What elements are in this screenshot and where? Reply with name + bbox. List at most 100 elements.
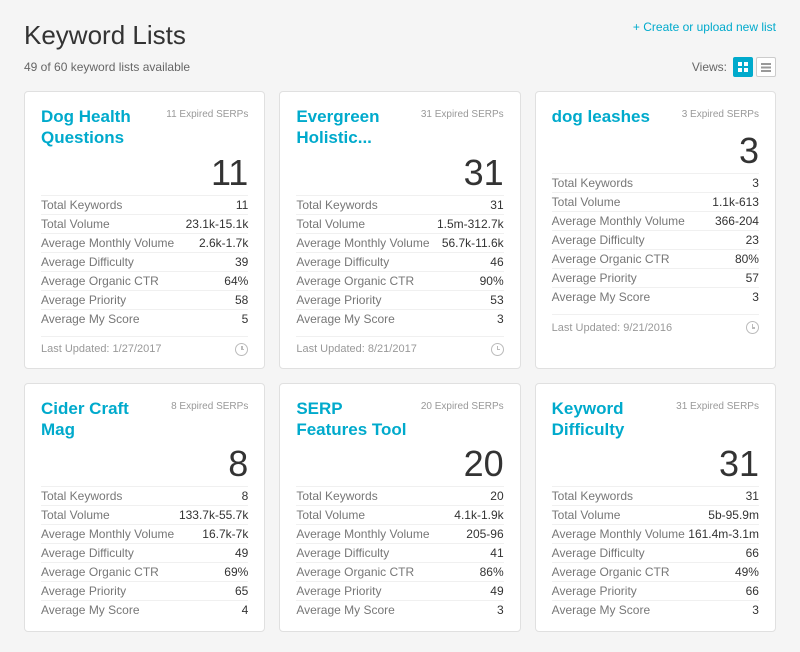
card-title[interactable]: Cider Craft Mag: [41, 398, 171, 441]
stat-row: Average Priority66: [552, 581, 759, 600]
stat-row: Average My Score3: [296, 309, 503, 328]
stat-value: 90%: [480, 274, 504, 288]
card-total-number: 31: [296, 155, 503, 191]
list-view-button[interactable]: [756, 57, 776, 77]
stat-row: Average Priority53: [296, 290, 503, 309]
stat-row: Total Keywords 31: [552, 486, 759, 505]
expired-badge: 20 Expired SERPs: [421, 398, 504, 412]
stat-row: Average Monthly Volume205-96: [296, 524, 503, 543]
stat-value: 23: [746, 233, 759, 247]
stat-row: Average Organic CTR49%: [552, 562, 759, 581]
stat-label: Average Monthly Volume: [41, 527, 174, 541]
stat-row: Average Priority49: [296, 581, 503, 600]
expired-badge: 31 Expired SERPs: [676, 398, 759, 412]
stat-value: 58: [235, 293, 248, 307]
stat-value: 16.7k-7k: [202, 527, 248, 541]
stat-value: 366-204: [715, 214, 759, 228]
card-total-number: 3: [552, 133, 759, 169]
stat-label: Average Monthly Volume: [41, 236, 174, 250]
stat-label: Total Volume: [552, 195, 621, 209]
stat-row: Total Volume 4.1k-1.9k: [296, 505, 503, 524]
keyword-card-1[interactable]: Evergreen Holistic...31 Expired SERPs31T…: [279, 91, 520, 369]
create-link[interactable]: + Create or upload new list: [633, 20, 776, 34]
stat-row: Average Monthly Volume161.4m-3.1m: [552, 524, 759, 543]
stat-value: 31: [746, 489, 759, 503]
card-title[interactable]: SERP Features Tool: [296, 398, 421, 441]
stat-row: Average Difficulty66: [552, 543, 759, 562]
expired-badge: 8 Expired SERPs: [171, 398, 248, 412]
stat-value: 5: [242, 312, 249, 326]
card-title[interactable]: dog leashes: [552, 106, 682, 127]
stat-label: Average Organic CTR: [41, 565, 159, 579]
available-text: 49 of 60 keyword lists available: [24, 60, 190, 74]
stat-value: 3: [752, 290, 759, 304]
card-header: Keyword Difficulty31 Expired SERPs: [552, 398, 759, 441]
card-title[interactable]: Dog Health Questions: [41, 106, 166, 149]
grid-icon: [738, 62, 748, 72]
stat-row: Total Volume133.7k-55.7k: [41, 505, 248, 524]
stat-label: Total Volume: [296, 217, 365, 231]
stat-value: 57: [746, 271, 759, 285]
keyword-card-4[interactable]: SERP Features Tool20 Expired SERPs 20 Tota…: [279, 383, 520, 633]
stat-value: 4.1k-1.9k: [454, 508, 503, 522]
stat-row: Average Difficulty39: [41, 252, 248, 271]
last-updated-text: Last Updated: 9/21/2016: [552, 322, 672, 334]
card-stats: Total Keywords8Total Volume133.7k-55.7kA…: [41, 486, 248, 619]
keyword-card-2[interactable]: dog leashes3 Expired SERPs 3 Total Keyword…: [535, 91, 776, 369]
stat-row: Average Organic CTR80%: [552, 249, 759, 268]
card-stats: Total Keywords11Total Volume23.1k-15.1kA…: [41, 195, 248, 328]
stat-row: Average My Score4: [41, 600, 248, 619]
stat-value: 80%: [735, 252, 759, 266]
stat-label: Average Monthly Volume: [552, 527, 685, 541]
card-total-number: 31: [552, 446, 759, 482]
card-header: dog leashes3 Expired SERPs: [552, 106, 759, 127]
stat-value: 3: [497, 312, 504, 326]
expired-badge: 3 Expired SERPs: [682, 106, 759, 120]
stat-value: 66: [746, 584, 759, 598]
stat-label: Average My Score: [296, 603, 395, 617]
stat-label: Average Priority: [41, 584, 126, 598]
stat-value: 31: [490, 198, 503, 212]
card-header: SERP Features Tool20 Expired SERPs: [296, 398, 503, 441]
stat-value: 49: [235, 546, 248, 560]
last-updated-text: Last Updated: 1/27/2017: [41, 343, 161, 355]
card-footer: Last Updated: 9/21/2016: [552, 314, 759, 334]
views-area: Views:: [692, 57, 776, 77]
stat-label: Average Difficulty: [552, 546, 645, 560]
keyword-card-3[interactable]: Cider Craft Mag8 Expired SERPs 8 Total Key…: [24, 383, 265, 633]
keyword-card-5[interactable]: Keyword Difficulty31 Expired SERPs31Tota…: [535, 383, 776, 633]
stat-label: Average Monthly Volume: [296, 527, 429, 541]
card-header: Dog Health Questions11 Expired SERPs: [41, 106, 248, 149]
stat-row: Average Difficulty23: [552, 230, 759, 249]
stat-value: 11: [236, 198, 248, 212]
cards-grid: Dog Health Questions11 Expired SERPs11To…: [24, 91, 776, 632]
stat-value: 20: [490, 489, 503, 503]
last-updated-text: Last Updated: 8/21/2017: [296, 343, 416, 355]
view-icons: [733, 57, 776, 77]
stat-label: Average Difficulty: [296, 255, 389, 269]
card-title[interactable]: Evergreen Holistic...: [296, 106, 421, 149]
card-header: Cider Craft Mag8 Expired SERPs: [41, 398, 248, 441]
stat-value: 23.1k-15.1k: [186, 217, 249, 231]
stat-row: Average Organic CTR90%: [296, 271, 503, 290]
card-total-number: 20: [296, 446, 503, 482]
grid-view-button[interactable]: [733, 57, 753, 77]
stat-row: Average Monthly Volume 366-204: [552, 211, 759, 230]
clock-icon: [235, 343, 248, 356]
card-stats: Total Keywords31Total Volume1.5m-312.7kA…: [296, 195, 503, 328]
stat-label: Average Priority: [296, 293, 381, 307]
stat-row: Average My Score3: [552, 600, 759, 619]
page-title: Keyword Lists: [24, 20, 186, 51]
stat-row: Total Keywords3: [552, 173, 759, 192]
stat-label: Total Volume: [296, 508, 365, 522]
stat-label: Average Monthly Volume: [296, 236, 429, 250]
keyword-card-0[interactable]: Dog Health Questions11 Expired SERPs 11To…: [24, 91, 265, 369]
stat-row: Average Difficulty49: [41, 543, 248, 562]
stat-label: Average Monthly Volume: [552, 214, 685, 228]
stat-row: Total Keywords31: [296, 195, 503, 214]
card-title[interactable]: Keyword Difficulty: [552, 398, 677, 441]
clock-icon: [746, 321, 759, 334]
stat-label: Total Keywords: [552, 489, 633, 503]
card-stats: Total Keywords3Total Volume1.1k-613Avera…: [552, 173, 759, 306]
card-total-number: 8: [41, 446, 248, 482]
